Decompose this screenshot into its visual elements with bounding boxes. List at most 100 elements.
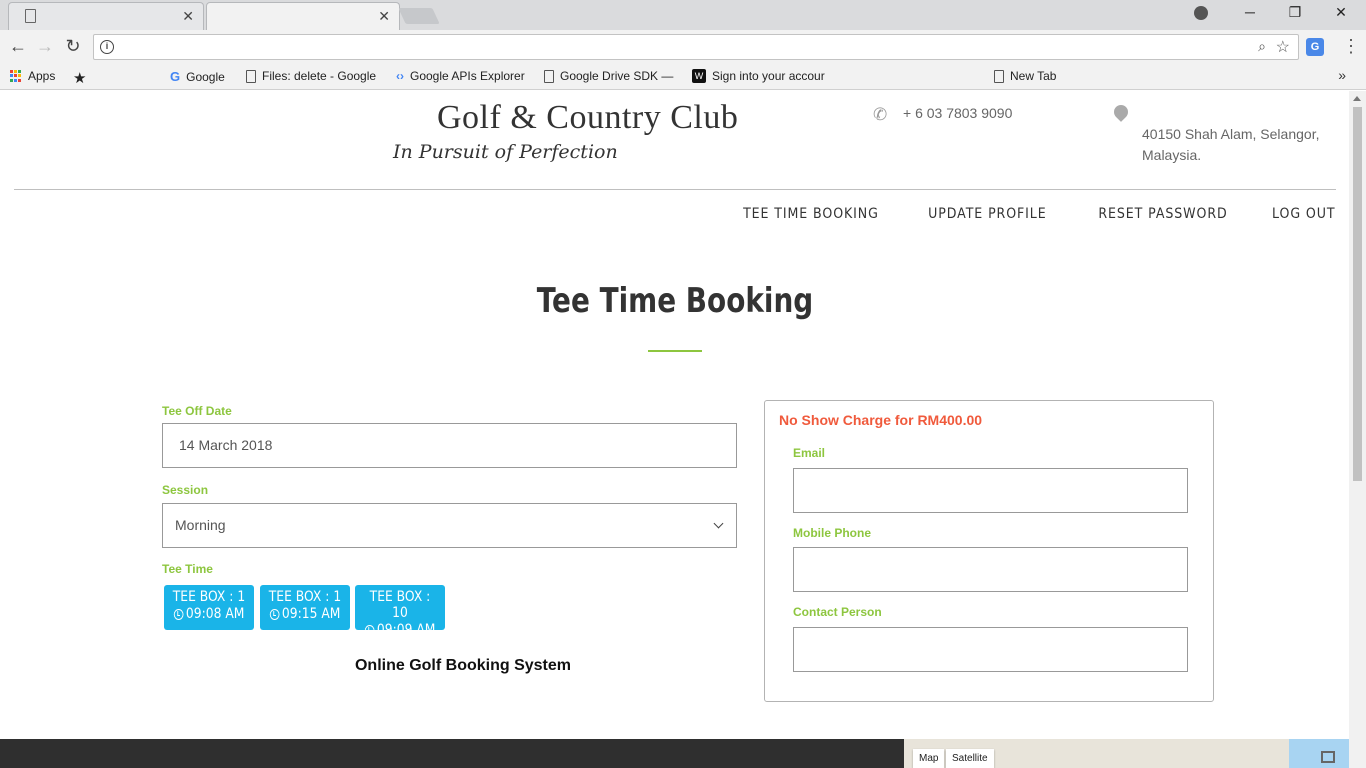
tee-time-slot-button[interactable]: TEE BOX : 1 09:15 AM — [260, 585, 350, 630]
tee-box-name: TEE BOX : 1 — [172, 589, 246, 605]
page-title: Tee Time Booking — [536, 281, 814, 321]
contact-person-field[interactable] — [793, 627, 1188, 672]
translate-icon[interactable]: G — [1306, 38, 1324, 56]
chevron-down-icon — [713, 518, 724, 529]
bookmark-google[interactable]: G Google — [170, 69, 225, 84]
phone-number: + 6 03 7803 9090 — [903, 105, 1013, 121]
nav-tee-time-booking[interactable]: TEE TIME BOOKING — [743, 206, 879, 222]
site-footer — [0, 739, 904, 768]
bookmark-star-icon[interactable]: ☆ — [1276, 37, 1290, 57]
map-type-satellite-button[interactable]: Satellite — [946, 749, 994, 768]
nav-log-out[interactable]: LOG OUT — [1272, 206, 1335, 222]
window-close-icon[interactable]: ✕ — [1318, 4, 1364, 21]
page-icon — [544, 69, 554, 83]
email-field[interactable] — [793, 468, 1188, 513]
clock-icon — [364, 624, 375, 636]
reload-icon[interactable]: ↻ — [62, 36, 84, 57]
google-icon: G — [170, 69, 181, 84]
tee-box-name: TEE BOX : 10 — [369, 589, 431, 621]
restore-icon[interactable]: ❐ — [1272, 4, 1318, 21]
tee-time-value: 09:08 AM — [185, 606, 245, 622]
bookmark-label: Sign into your accour — [712, 69, 825, 83]
bookmark-star-item[interactable]: ★ — [73, 69, 86, 87]
new-tab-button[interactable] — [398, 8, 440, 24]
profile-icon[interactable] — [1194, 6, 1208, 20]
address-bar[interactable]: i ⌕ ☆ — [93, 34, 1299, 60]
tee-box-name: TEE BOX : 1 — [268, 589, 342, 605]
mobile-phone-label: Mobile Phone — [793, 526, 871, 540]
bookmark-new-tab[interactable]: New Tab — [994, 69, 1056, 83]
close-tab-icon[interactable]: ✕ — [182, 8, 194, 25]
nav-reset-password[interactable]: RESET PASSWORD — [1098, 206, 1227, 222]
browser-menu-icon[interactable]: ⋮ — [1342, 36, 1360, 57]
nav-update-profile[interactable]: UPDATE PROFILE — [929, 206, 1047, 222]
tee-off-date-input[interactable]: 14 March 2018 — [162, 423, 737, 468]
scrollbar-thumb[interactable] — [1353, 107, 1362, 481]
fullscreen-icon[interactable] — [1321, 751, 1335, 763]
forward-icon[interactable]: → — [34, 36, 56, 57]
bookmark-apps[interactable]: Apps — [10, 69, 55, 83]
page-scrollbar[interactable] — [1349, 91, 1366, 768]
tee-slot-time: 09:15 AM — [265, 606, 344, 622]
minimize-icon[interactable]: ─ — [1227, 4, 1273, 20]
site-tagline: In Pursuit of Perfection — [393, 141, 618, 163]
more-bookmarks-icon[interactable]: » — [1338, 67, 1346, 83]
tee-slot-time: 09:09 AM — [360, 622, 439, 638]
page-icon — [246, 69, 256, 83]
apps-icon — [10, 70, 22, 82]
bookmark-label: Apps — [28, 69, 56, 83]
clock-icon — [269, 608, 280, 620]
star-icon: ★ — [73, 70, 87, 87]
contact-person-label: Contact Person — [793, 605, 882, 619]
mobile-phone-field[interactable] — [793, 547, 1188, 592]
title-underline — [648, 350, 702, 352]
browser-toolbar: ← → ↻ i ⌕ ☆ G ⋮ — [0, 30, 1366, 64]
bookmark-label: Google APIs Explorer — [410, 69, 525, 83]
w-icon: W — [692, 69, 706, 83]
browser-tab-bar: ✕ ✕ ─ ❐ ✕ — [0, 0, 1366, 30]
bookmark-label: Files: delete - Google — [262, 69, 377, 83]
browser-tab-active[interactable]: ✕ — [206, 2, 400, 30]
header-divider — [14, 189, 1336, 190]
embedded-map[interactable]: Map Satellite — [904, 739, 1349, 768]
site-info-icon[interactable]: i — [100, 40, 114, 54]
bookmark-apis-explorer[interactable]: ‹› Google APIs Explorer — [396, 69, 525, 83]
contact-panel: No Show Charge for RM400.00 Email Mobile… — [764, 400, 1214, 702]
api-icon: ‹› — [396, 69, 404, 83]
session-select[interactable]: Morning — [162, 503, 737, 548]
bookmark-drive-sdk[interactable]: Google Drive SDK — — [544, 69, 673, 83]
tee-off-date-label: Tee Off Date — [162, 404, 232, 418]
page-icon — [25, 9, 36, 23]
map-type-map-button[interactable]: Map — [913, 749, 945, 768]
scroll-up-icon[interactable] — [1353, 96, 1361, 101]
session-label: Session — [162, 483, 209, 497]
bookmark-label: New Tab — [1010, 69, 1057, 83]
clock-icon — [173, 608, 184, 620]
address: 40150 Shah Alam, Selangor, Malaysia. — [1142, 126, 1320, 163]
tee-time-slot-button[interactable]: TEE BOX : 10 09:09 AM — [355, 585, 445, 638]
page-icon — [994, 69, 1004, 83]
site-logo-title[interactable]: Golf & Country Club — [437, 99, 738, 137]
bookmark-files-delete[interactable]: Files: delete - Google — [246, 69, 376, 83]
system-name-text: Online Golf Booking System — [354, 657, 572, 674]
page-content: Golf & Country Club In Pursuit of Perfec… — [0, 91, 1366, 768]
back-icon[interactable]: ← — [7, 36, 29, 57]
tee-time-value: 09:15 AM — [281, 606, 341, 622]
tee-time-label: Tee Time — [162, 562, 213, 576]
tee-time-slot-button[interactable]: TEE BOX : 1 09:08 AM — [164, 585, 254, 630]
location-pin-icon — [1111, 102, 1131, 122]
email-label: Email — [793, 446, 826, 460]
zoom-icon[interactable]: ⌕ — [1258, 38, 1266, 55]
browser-tab[interactable]: ✕ — [8, 2, 204, 30]
phone-icon: ✆ — [873, 105, 888, 124]
close-tab-icon[interactable]: ✕ — [378, 8, 390, 25]
bookmark-label: Google — [186, 69, 225, 84]
bookmark-sign-in[interactable]: W Sign into your accour — [692, 69, 825, 83]
tee-slot-time: 09:08 AM — [169, 606, 248, 622]
map-water — [1289, 739, 1349, 768]
tee-time-value: 09:09 AM — [376, 622, 436, 638]
bookmarks-bar: Apps ★ G Google Files: delete - Google ‹… — [0, 64, 1366, 90]
no-show-charge-notice: No Show Charge for RM400.00 — [779, 412, 983, 428]
bookmark-label: Google Drive SDK — — [560, 69, 674, 83]
session-selected-value: Morning — [175, 517, 226, 533]
